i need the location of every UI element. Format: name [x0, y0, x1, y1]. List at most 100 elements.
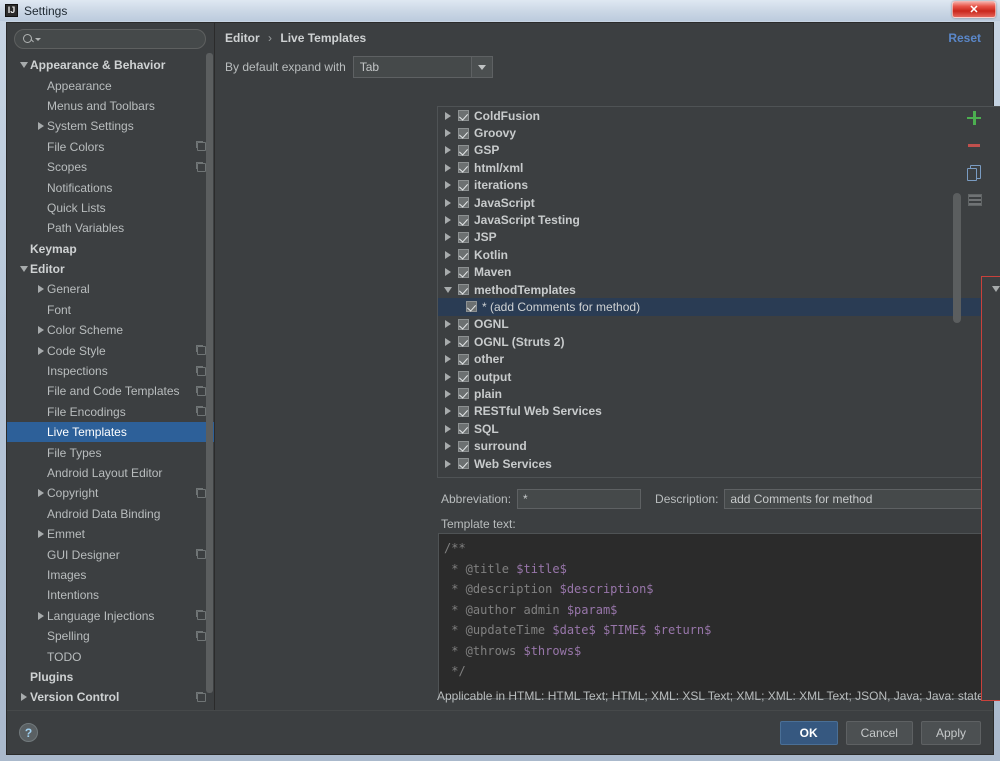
sidebar-item-general[interactable]: General [7, 279, 214, 299]
template-tree-row[interactable]: RESTful Web Services [438, 403, 1000, 420]
sidebar-item-keymap[interactable]: Keymap [7, 239, 214, 259]
template-checkbox[interactable] [458, 423, 469, 434]
reset-link[interactable]: Reset [948, 31, 981, 45]
template-groups-tree[interactable]: ColdFusionGroovyGSPhtml/xmliterationsJav… [437, 106, 1000, 478]
copy-icon[interactable] [965, 163, 983, 181]
template-checkbox[interactable] [458, 319, 469, 330]
chevron-right-icon[interactable] [438, 181, 458, 189]
context-popup-row[interactable]: HTML Text [982, 315, 1000, 332]
chevron-down-icon[interactable] [17, 62, 30, 68]
sidebar-scrollbar-thumb[interactable] [206, 53, 213, 693]
context-popup-list[interactable]: EverywhereHTMLHTML TextOtherXMLXSL TextX… [982, 277, 1000, 700]
context-popup-row[interactable]: Cucumber feature [982, 661, 1000, 678]
template-tree-row[interactable]: SQL [438, 420, 1000, 437]
sidebar-item-gui-designer[interactable]: GUI Designer [7, 544, 214, 564]
search-input[interactable] [45, 32, 200, 46]
template-tree-row[interactable]: JavaScript [438, 194, 1000, 211]
chevron-down-icon[interactable] [438, 287, 458, 293]
template-tree-row[interactable]: Web Services [438, 455, 1000, 472]
template-tree-row[interactable]: Maven [438, 264, 1000, 281]
chevron-right-icon[interactable] [34, 347, 47, 355]
sidebar-item-plugins[interactable]: Plugins [7, 667, 214, 687]
template-checkbox[interactable] [458, 458, 469, 469]
template-tree-row[interactable]: GSP [438, 142, 1000, 159]
sidebar-item-copyright[interactable]: Copyright [7, 483, 214, 503]
sidebar-item-version-control[interactable]: Version Control [7, 687, 214, 707]
template-tree-row[interactable]: iterations [438, 177, 1000, 194]
sidebar-item-emmet[interactable]: Emmet [7, 524, 214, 544]
chevron-down-icon[interactable] [988, 286, 1000, 292]
template-tree-row[interactable]: other [438, 350, 1000, 367]
chevron-right-icon[interactable] [34, 326, 47, 334]
sidebar-item-system-settings[interactable]: System Settings [7, 116, 214, 136]
context-popup-row[interactable]: Other [982, 332, 1000, 349]
template-tree-row[interactable]: Groovy [438, 124, 1000, 141]
template-checkbox[interactable] [458, 284, 469, 295]
template-checkbox[interactable] [458, 388, 469, 399]
template-tree-row[interactable]: surround [438, 437, 1000, 454]
template-checkbox[interactable] [458, 249, 469, 260]
template-checkbox[interactable] [458, 406, 469, 417]
sidebar-item-android-layout-editor[interactable]: Android Layout Editor [7, 463, 214, 483]
context-popup-row[interactable]: JSON [982, 418, 1000, 435]
expand-with-select[interactable]: Tab [353, 56, 493, 78]
chevron-right-icon[interactable] [438, 355, 458, 363]
context-popup-row[interactable]: Declaration [982, 488, 1000, 505]
context-popup-row[interactable]: JavaScript [982, 678, 1000, 695]
template-checkbox[interactable] [458, 180, 469, 191]
search-options-chevron-icon[interactable] [35, 38, 41, 41]
sidebar-item-menus-and-toolbars[interactable]: Menus and Toolbars [7, 96, 214, 116]
search-box[interactable] [14, 29, 206, 49]
chevron-right-icon[interactable] [438, 129, 458, 137]
template-checkbox[interactable] [458, 110, 469, 121]
template-tree-row[interactable]: output [438, 368, 1000, 385]
template-checkbox[interactable] [458, 354, 469, 365]
sidebar-item-scopes[interactable]: Scopes [7, 157, 214, 177]
context-popup-row[interactable]: Ruleset list [982, 626, 1000, 643]
settings-nav-tree[interactable]: Appearance & BehaviorAppearanceMenus and… [7, 53, 214, 710]
sidebar-item-color-scheme[interactable]: Color Scheme [7, 320, 214, 340]
breadcrumb-parent[interactable]: Editor [225, 31, 260, 45]
template-checkbox[interactable] [458, 336, 469, 347]
sidebar-item-spelling[interactable]: Spelling [7, 626, 214, 646]
template-tree-row[interactable]: html/xml [438, 159, 1000, 176]
ok-button[interactable]: OK [780, 721, 838, 745]
sidebar-item-appearance[interactable]: Appearance [7, 75, 214, 95]
chevron-right-icon[interactable] [34, 285, 47, 293]
context-selection-popup[interactable]: EverywhereHTMLHTML TextOtherXMLXSL TextX… [981, 276, 1000, 701]
context-popup-row[interactable]: Expression [982, 470, 1000, 487]
help-icon[interactable]: ? [19, 723, 38, 742]
context-popup-row[interactable]: Java [982, 436, 1000, 453]
remove-icon[interactable] [965, 136, 983, 154]
sidebar-item-intentions[interactable]: Intentions [7, 585, 214, 605]
sidebar-item-notifications[interactable]: Notifications [7, 177, 214, 197]
sidebar-item-code-style[interactable]: Code Style [7, 340, 214, 360]
template-tree-row[interactable]: plain [438, 385, 1000, 402]
context-popup-row[interactable]: XML Text [982, 384, 1000, 401]
sidebar-item-font[interactable]: Font [7, 300, 214, 320]
apply-button[interactable]: Apply [921, 721, 981, 745]
sidebar-item-file-colors[interactable]: File Colors [7, 137, 214, 157]
context-popup-row[interactable]: Other [982, 643, 1000, 660]
template-tree-row[interactable]: * (add Comments for method) [438, 298, 1000, 315]
sidebar-item-images[interactable]: Images [7, 565, 214, 585]
template-tree-row[interactable]: JSP [438, 229, 1000, 246]
sidebar-item-path-variables[interactable]: Path Variables [7, 218, 214, 238]
context-popup-row[interactable]: String [982, 522, 1000, 539]
sidebar-item-android-data-binding[interactable]: Android Data Binding [7, 504, 214, 524]
chevron-right-icon[interactable] [34, 530, 47, 538]
context-popup-row[interactable]: Property value [982, 591, 1000, 608]
template-tree-row[interactable]: ColdFusion [438, 107, 1000, 124]
template-tree-row[interactable]: OGNL [438, 316, 1000, 333]
sidebar-item-editor[interactable]: Editor [7, 259, 214, 279]
template-tree-row[interactable]: methodTemplates [438, 281, 1000, 298]
context-popup-row[interactable]: Smart type completion [982, 539, 1000, 556]
sidebar-item-file-types[interactable]: File Types [7, 442, 214, 462]
chevron-right-icon[interactable] [34, 489, 47, 497]
template-checkbox[interactable] [458, 441, 469, 452]
chevron-right-icon[interactable] [438, 442, 458, 450]
context-popup-row[interactable]: CSS [982, 574, 1000, 591]
chevron-right-icon[interactable] [438, 425, 458, 433]
context-popup-row[interactable]: Statement [982, 453, 1000, 470]
chevron-right-icon[interactable] [34, 612, 47, 620]
